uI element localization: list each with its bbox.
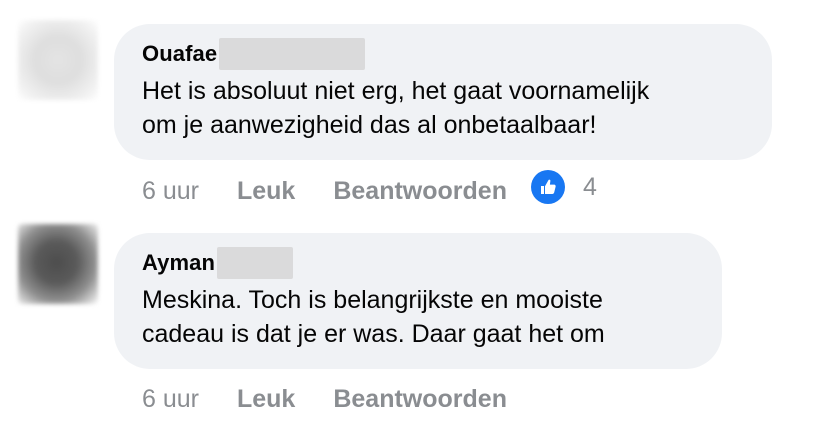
reply-button[interactable]: Beantwoorden xyxy=(333,385,507,414)
avatar[interactable] xyxy=(18,20,98,100)
comment-bubble: Ayman Meskina. Toch is belangrijkste en … xyxy=(114,233,722,369)
avatar[interactable] xyxy=(18,224,98,304)
comment-text-line: Het is absoluut niet erg, het gaat voorn… xyxy=(142,77,650,105)
comment-author-row: Ouafae xyxy=(142,38,366,70)
reaction-count: 4 xyxy=(582,172,597,201)
like-icon xyxy=(530,170,565,204)
comment-text-line: cadeau is dat je er was. Daar gaat het o… xyxy=(142,320,605,348)
comment-author-name[interactable]: Ouafae xyxy=(142,41,217,67)
reaction-summary[interactable]: 4 xyxy=(530,170,597,204)
like-button[interactable]: Leuk xyxy=(237,177,295,206)
comment-text-line: om je aanwezigheid das al onbetaalbaar! xyxy=(142,111,597,139)
comment-author-name[interactable]: Ayman xyxy=(142,250,215,276)
comment-text: Het is absoluut niet erg, het gaat voorn… xyxy=(142,74,649,142)
like-button[interactable]: Leuk xyxy=(237,385,295,414)
comment-text: Meskina. Toch is belangrijkste en mooist… xyxy=(142,283,605,351)
comment-bubble: Ouafae Het is absoluut niet erg, het gaa… xyxy=(114,24,772,160)
redacted-surname xyxy=(219,38,366,70)
comment-actions: 6 uur Leuk Beantwoorden 4 xyxy=(142,170,597,208)
comment-author-row: Ayman xyxy=(142,247,294,279)
comment-text-line: Meskina. Toch is belangrijkste en mooist… xyxy=(142,286,603,314)
comment-actions: 6 uur Leuk Beantwoorden xyxy=(142,382,531,416)
comment-timestamp[interactable]: 6 uur xyxy=(142,385,199,414)
comment-timestamp[interactable]: 6 uur xyxy=(142,177,199,206)
reply-button[interactable]: Beantwoorden xyxy=(333,177,507,206)
redacted-surname xyxy=(217,247,294,279)
